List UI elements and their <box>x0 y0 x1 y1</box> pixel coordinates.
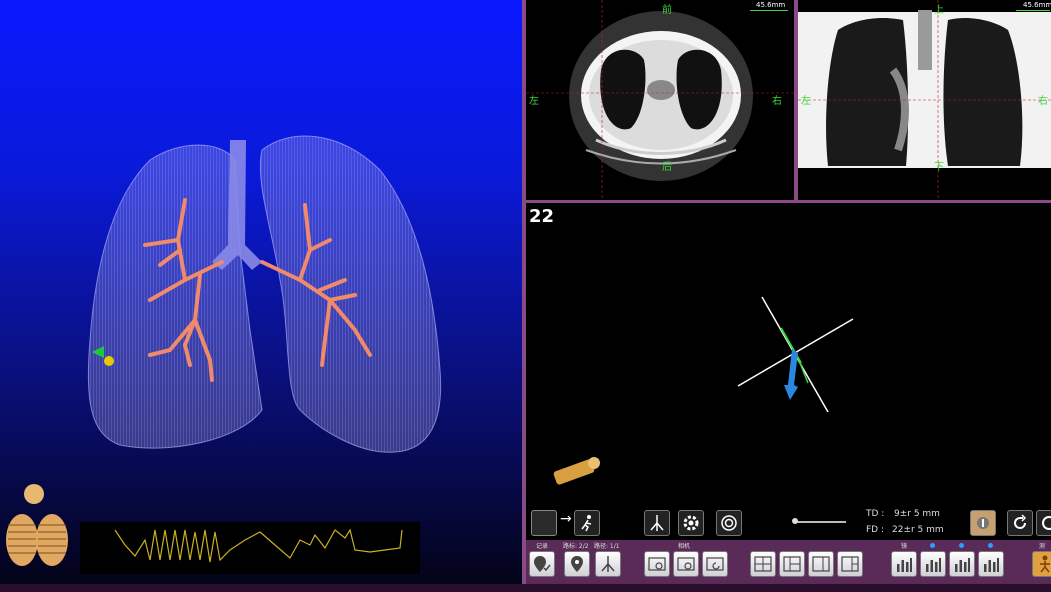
coronal-orient-left: 左 <box>801 96 811 107</box>
path-point-label: 路标: 2/2 <box>563 543 589 550</box>
arrow-label: → <box>560 511 572 527</box>
coronal-scale-label: 45.6mm <box>1023 1 1051 9</box>
layout-split-icon <box>783 556 801 572</box>
coronal-orient-bottom: 下 <box>934 162 944 173</box>
bar-chart-icon <box>984 558 999 572</box>
measure-button[interactable] <box>1032 551 1051 577</box>
axial-ct-view[interactable]: 前 后 左 右 45.6mm <box>526 0 794 200</box>
3d-lung-view[interactable] <box>0 0 522 584</box>
layout-4-button[interactable] <box>837 551 863 577</box>
axial-scale-bar <box>750 10 788 11</box>
layout-rows-icon <box>841 556 859 572</box>
axial-orient-bottom: 后 <box>662 162 672 173</box>
rotate-icon <box>1014 514 1027 529</box>
status-strip <box>0 584 1051 592</box>
branch-tree-button[interactable] <box>644 510 670 536</box>
record-label: 记录 <box>536 543 549 550</box>
zoom-out-icon <box>677 557 695 571</box>
slider-thumb[interactable] <box>792 518 798 524</box>
path-point-button[interactable] <box>564 551 590 577</box>
path-branch-icon <box>601 556 615 572</box>
layout-columns-icon <box>812 556 830 572</box>
reset-icon <box>706 557 724 571</box>
branch-icon <box>650 515 664 531</box>
axial-orient-left: 左 <box>529 96 539 107</box>
navigation-crosshair <box>553 296 854 485</box>
capture-button[interactable] <box>970 510 996 536</box>
bar-chart-icon <box>955 558 970 572</box>
target-icon <box>721 515 737 531</box>
layout-2-button[interactable] <box>779 551 805 577</box>
zoom-in-button[interactable] <box>644 551 670 577</box>
rotate-alt-button[interactable] <box>1036 510 1051 536</box>
map-pin-icon <box>571 556 583 572</box>
layout-1-button[interactable] <box>750 551 776 577</box>
lens-3-indicator <box>959 543 964 548</box>
path-button[interactable] <box>595 551 621 577</box>
zoom-in-icon <box>648 557 666 571</box>
reset-view-button[interactable] <box>702 551 728 577</box>
source-view-button[interactable] <box>531 510 557 536</box>
bottom-toolbar: 记录 路标: 2/2 路径: 1/1 相机 镜 测 <box>526 540 1051 584</box>
axial-orient-right: 右 <box>772 96 782 107</box>
layout-grid-icon <box>754 556 772 572</box>
lens-1-button[interactable] <box>891 551 917 577</box>
virtual-endoscopy-view[interactable]: 22 → TD : 9±r 5 mm FD : 22±r 5 mm <box>526 203 1051 540</box>
lens-4-button[interactable] <box>978 551 1004 577</box>
rotate-button[interactable] <box>1007 510 1033 536</box>
coronal-orient-top: 上 <box>934 5 944 16</box>
more-label: 测 <box>1039 543 1046 550</box>
fd-label: FD : <box>866 525 884 535</box>
axial-orient-top: 前 <box>662 5 672 16</box>
slider-track[interactable] <box>794 521 846 523</box>
fd-value: 22±r 5 mm <box>892 525 944 535</box>
coronal-orient-right: 右 <box>1038 96 1048 107</box>
td-value: 9±r 5 mm <box>894 509 940 519</box>
coronal-ct-view[interactable]: 上 下 左 右 45.6mm <box>798 0 1051 200</box>
orientation-figure-icon <box>6 484 68 566</box>
settings-button[interactable] <box>678 510 704 536</box>
figure-icon <box>1040 555 1050 573</box>
td-label: TD : <box>866 509 885 519</box>
lens-label: 镜 <box>901 543 908 550</box>
location-check-icon <box>534 556 551 572</box>
lens-3-button[interactable] <box>949 551 975 577</box>
coronal-scale-bar <box>1016 10 1050 11</box>
yellow-marker-icon <box>104 356 114 366</box>
record-button[interactable] <box>529 551 555 577</box>
gear-icon <box>683 515 699 531</box>
lens-4-indicator <box>988 543 993 548</box>
bar-chart-icon <box>897 558 912 572</box>
camera-label: 相机 <box>678 543 691 550</box>
walk-icon <box>581 515 592 532</box>
bar-chart-icon <box>926 558 941 572</box>
hand-icon <box>977 517 989 529</box>
rotate-alt-icon <box>1042 516 1051 530</box>
navigate-button[interactable] <box>574 510 600 536</box>
bronchoscope-icon <box>553 457 600 485</box>
target-search-button[interactable] <box>716 510 742 536</box>
lung-volume-render <box>6 135 442 574</box>
coronal-ct-image <box>798 0 1051 200</box>
zoom-out-button[interactable] <box>673 551 699 577</box>
lens-2-indicator <box>930 543 935 548</box>
layout-3-button[interactable] <box>808 551 834 577</box>
axial-ct-image <box>526 0 794 200</box>
waveform-panel <box>80 522 420 574</box>
axial-scale-label: 45.6mm <box>756 1 786 9</box>
lens-2-button[interactable] <box>920 551 946 577</box>
path-label: 路径: 1/1 <box>594 543 620 550</box>
